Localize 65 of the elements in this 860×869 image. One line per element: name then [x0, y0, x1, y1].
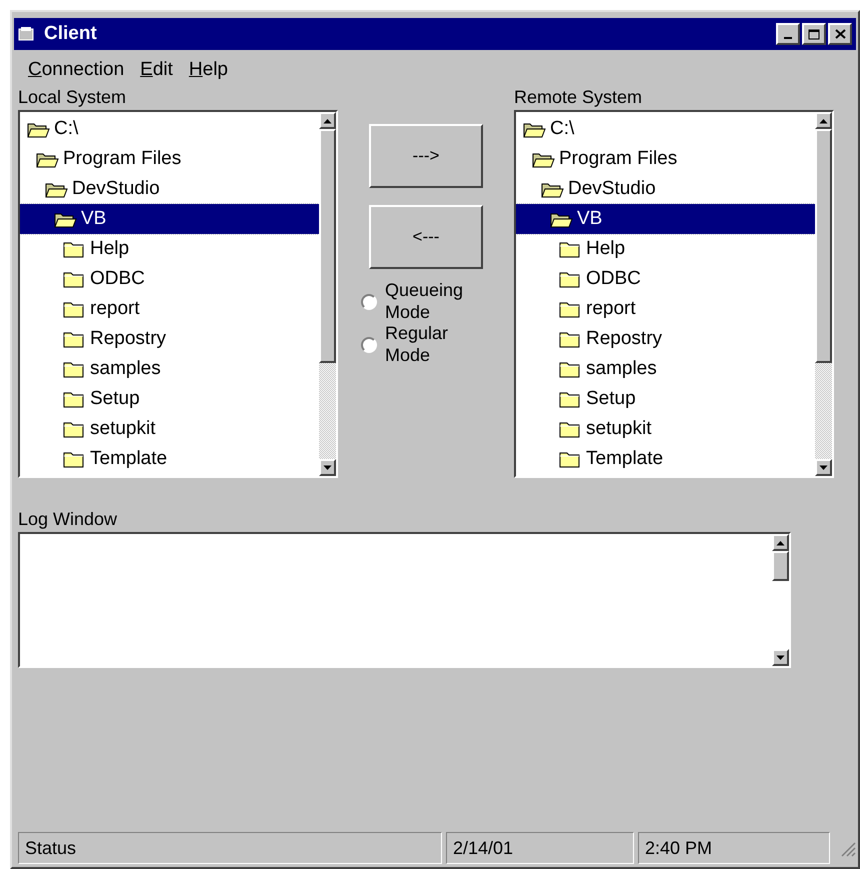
down-arrow-icon — [776, 654, 785, 660]
scroll-up-button[interactable] — [772, 534, 789, 551]
down-arrow-icon — [323, 464, 332, 470]
scroll-up-button[interactable] — [815, 112, 832, 129]
tree-item[interactable]: C:\ — [20, 114, 319, 144]
up-arrow-icon — [323, 118, 332, 124]
radio-label: Queueing Mode — [385, 280, 464, 324]
menu-item[interactable]: Help — [188, 56, 228, 84]
minimize-button[interactable] — [776, 23, 800, 45]
scrollbar[interactable] — [815, 112, 832, 476]
radio-button[interactable] — [361, 336, 377, 353]
log-window-label: Log Window — [18, 508, 118, 531]
scroll-thumb[interactable] — [319, 129, 336, 363]
tree-item[interactable]: C:\ — [516, 114, 815, 144]
radio-label: Regular Mode — [385, 323, 450, 366]
tree-item[interactable]: Template — [20, 444, 319, 474]
tree-item[interactable]: Setup — [516, 384, 815, 414]
tree-item[interactable]: setupkit — [20, 414, 319, 444]
menu-item[interactable]: Connection — [28, 56, 124, 84]
scrollbar[interactable] — [319, 112, 336, 476]
scrollbar[interactable] — [772, 534, 789, 666]
up-arrow-icon — [819, 118, 828, 124]
tree-item[interactable]: ODBC — [516, 264, 815, 294]
transfer-button[interactable]: ---> — [369, 124, 483, 188]
close-icon — [834, 29, 846, 39]
tree-item[interactable]: samples — [516, 354, 815, 384]
tree-item[interactable]: samples — [20, 354, 319, 384]
tree-item[interactable]: Template — [516, 444, 815, 474]
tree-item[interactable]: DevStudio — [20, 174, 319, 204]
up-arrow-icon — [776, 540, 785, 546]
window-title: Client — [44, 22, 98, 46]
scroll-thumb[interactable] — [815, 129, 832, 363]
down-arrow-icon — [819, 464, 828, 470]
scroll-down-button[interactable] — [772, 649, 789, 666]
scroll-thumb[interactable] — [772, 551, 789, 581]
local-system-label: Local System — [18, 86, 128, 109]
tree-item[interactable]: setupkit — [516, 414, 815, 444]
status-pane: 2:40 PM — [638, 832, 830, 864]
radio-button[interactable] — [361, 294, 377, 310]
tree-item[interactable]: VB — [516, 204, 815, 234]
scroll-up-button[interactable] — [319, 112, 336, 129]
status-pane: 2/14/01 — [446, 832, 634, 864]
tree-item[interactable]: Help — [20, 234, 319, 264]
minimize-icon — [784, 37, 792, 39]
maximize-button[interactable] — [802, 23, 826, 45]
window-icon — [18, 26, 36, 42]
scroll-down-button[interactable] — [815, 459, 832, 476]
close-button[interactable] — [828, 23, 852, 45]
tree-item[interactable]: report — [20, 294, 319, 324]
tree-item[interactable]: Repostry — [20, 324, 319, 354]
tree-item[interactable]: report — [516, 294, 815, 324]
tree-item[interactable]: Help — [516, 234, 815, 264]
transfer-button[interactable]: <--- — [369, 205, 483, 269]
tree-item[interactable]: Setup — [20, 384, 319, 414]
tree-item[interactable]: VB — [20, 204, 319, 234]
tree-item[interactable]: DevStudio — [516, 174, 815, 204]
scroll-down-button[interactable] — [319, 459, 336, 476]
status-pane: Status — [18, 832, 442, 864]
tree-item[interactable]: ODBC — [20, 264, 319, 294]
menu-item[interactable]: Edit — [140, 56, 173, 84]
tree-item[interactable]: Program Files — [516, 144, 815, 174]
tree-item[interactable]: Repostry — [516, 324, 815, 354]
remote-system-label: Remote System — [514, 86, 644, 109]
maximize-icon — [808, 28, 820, 40]
tree-item[interactable]: Program Files — [20, 144, 319, 174]
